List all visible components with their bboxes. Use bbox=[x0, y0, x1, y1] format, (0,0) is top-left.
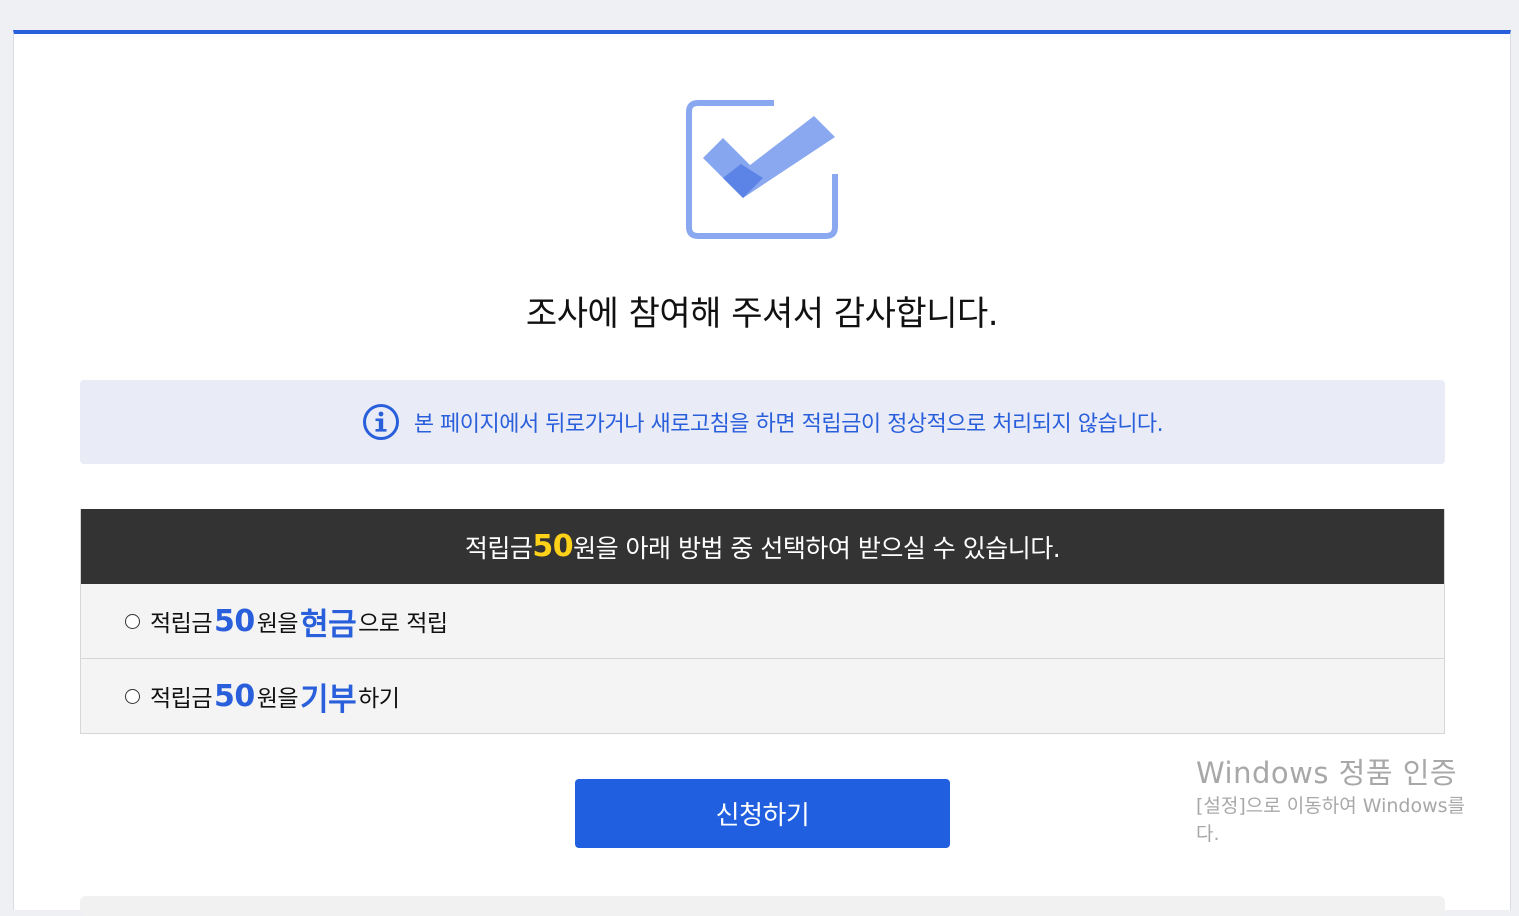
option-cash[interactable]: 적립금 50 원을 현금 으로 적립 bbox=[81, 584, 1444, 658]
option-suffix: 하기 bbox=[358, 686, 400, 712]
option-donate[interactable]: 적립금 50 원을 기부 하기 bbox=[81, 658, 1444, 733]
option-middle: 원을 bbox=[256, 686, 299, 712]
check-box-icon bbox=[686, 100, 838, 239]
option-middle: 원을 bbox=[256, 611, 299, 637]
option-amount: 50 bbox=[213, 678, 255, 714]
option-prefix: 적립금 bbox=[150, 686, 212, 712]
bottom-section bbox=[80, 896, 1445, 916]
header-suffix: 원을 아래 방법 중 선택하여 받으실 수 있습니다. bbox=[573, 533, 1061, 563]
notice-banner: 본 페이지에서 뒤로가거나 새로고침을 하면 적립금이 정상적으로 처리되지 않… bbox=[80, 380, 1445, 464]
submit-button[interactable]: 신청하기 bbox=[575, 779, 950, 848]
windows-activation-watermark: Windows 정품 인증 [설정]으로 이동하여 Windows를 다. bbox=[1196, 750, 1465, 848]
notice-text: 본 페이지에서 뒤로가거나 새로고침을 하면 적립금이 정상적으로 처리되지 않… bbox=[413, 412, 1164, 437]
reward-amount: 50 bbox=[532, 529, 574, 564]
radio-cash[interactable] bbox=[125, 613, 140, 629]
header-prefix: 적립금 bbox=[464, 533, 533, 563]
option-suffix: 으로 적립 bbox=[358, 611, 448, 637]
watermark-line-1: [설정]으로 이동하여 Windows를 bbox=[1196, 795, 1466, 817]
reward-options: 적립금 50 원을 아래 방법 중 선택하여 받으실 수 있습니다. 적립금 5… bbox=[80, 509, 1445, 734]
reward-options-header: 적립금 50 원을 아래 방법 중 선택하여 받으실 수 있습니다. bbox=[81, 509, 1444, 584]
option-prefix: 적립금 bbox=[150, 611, 212, 637]
watermark-title: Windows 정품 인증 bbox=[1196, 756, 1458, 790]
watermark-line-2: 다. bbox=[1196, 823, 1220, 845]
radio-donate[interactable] bbox=[125, 688, 140, 704]
info-icon bbox=[362, 404, 399, 440]
option-method: 현금 bbox=[300, 606, 357, 643]
option-method: 기부 bbox=[300, 681, 357, 718]
option-amount: 50 bbox=[213, 603, 255, 639]
page-title: 조사에 참여해 주셔서 감사합니다. bbox=[525, 294, 999, 334]
